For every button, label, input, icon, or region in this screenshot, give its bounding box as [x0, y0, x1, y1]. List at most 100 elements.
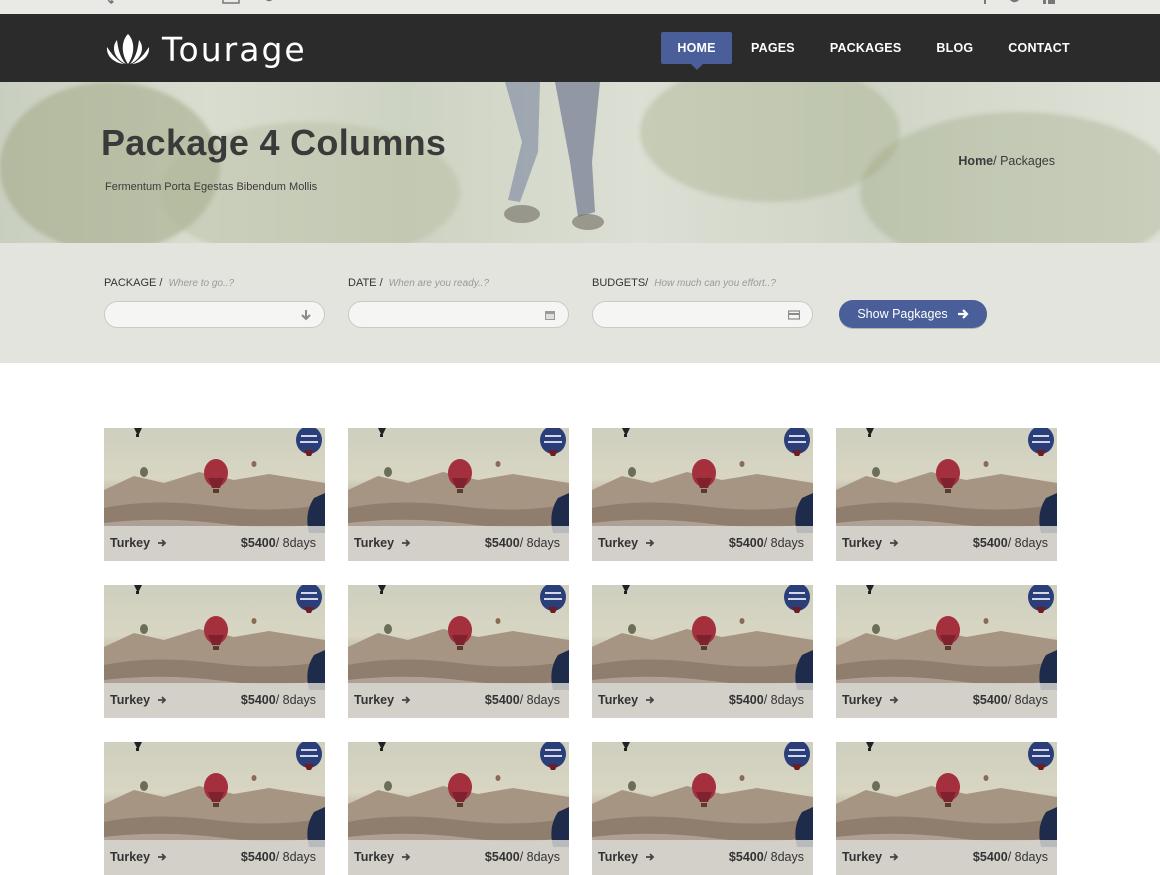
package-destination[interactable]: Turkey [110, 536, 150, 550]
hero-hiker-image [504, 82, 604, 230]
package-select[interactable] [104, 301, 325, 328]
arrow-right-icon[interactable] [889, 852, 899, 862]
date-picker[interactable] [348, 301, 569, 328]
package-card[interactable]: Turkey $5400/ 8days [836, 585, 1057, 718]
arrow-right-icon[interactable] [401, 852, 411, 862]
twitter-icon[interactable] [1010, 0, 1022, 4]
package-duration: / 8days [1007, 693, 1048, 707]
lotus-logo-icon [106, 34, 150, 64]
logo[interactable]: Tourage [104, 29, 307, 69]
package-card-footer: Turkey $5400/ 8days [836, 840, 1057, 875]
nav-pages[interactable]: PAGES [751, 32, 795, 64]
package-card[interactable]: Turkey $5400/ 8days [592, 742, 813, 875]
package-price: $5400 [484, 850, 520, 864]
package-search-bar: PACKAGE / Where to go..? DATE / When are y… [0, 243, 1160, 363]
date-input[interactable] [361, 302, 541, 327]
package-duration: / 8days [763, 693, 804, 707]
package-card[interactable]: Turkey $5400/ 8days [348, 428, 569, 561]
package-destination[interactable]: Turkey [842, 536, 882, 550]
arrow-down-icon[interactable] [300, 309, 312, 321]
package-destination[interactable]: Turkey [354, 850, 394, 864]
arrow-right-icon[interactable] [889, 695, 899, 705]
package-card[interactable]: Turkey $5400/ 8days [836, 428, 1057, 561]
breadcrumb-current: Packages [1000, 154, 1055, 168]
package-destination[interactable]: Turkey [598, 536, 638, 550]
arrow-right-icon[interactable] [401, 538, 411, 548]
package-input[interactable] [117, 302, 297, 327]
package-card[interactable]: Turkey $5400/ 8days [104, 742, 325, 875]
budget-label: BUDGETS/ [592, 277, 649, 289]
package-card[interactable]: Turkey $5400/ 8days [104, 428, 325, 561]
show-packages-button[interactable]: Show Pagkages [839, 300, 987, 328]
package-card[interactable]: Turkey $5400/ 8days [348, 585, 569, 718]
package-card[interactable]: Turkey $5400/ 8days [348, 742, 569, 875]
top-utility-bar [0, 0, 1160, 14]
nav-blog[interactable]: BLOG [936, 32, 973, 64]
linkedin-icon[interactable] [1043, 0, 1055, 4]
package-destination[interactable]: Turkey [110, 693, 150, 707]
budget-select[interactable] [592, 301, 813, 328]
arrow-right-icon[interactable] [157, 852, 167, 862]
package-card-footer: Turkey $5400/ 8days [348, 683, 569, 718]
date-field: DATE / When are you ready..? [348, 277, 569, 328]
package-destination[interactable]: Turkey [842, 693, 882, 707]
package-price: $5400 [972, 693, 1008, 707]
nav-contact[interactable]: CONTACT [1008, 32, 1070, 64]
package-duration: / 8days [519, 850, 560, 864]
mail-icon [222, 0, 240, 4]
arrow-right-icon[interactable] [645, 538, 655, 548]
nav-home[interactable]: HOME [661, 32, 732, 70]
package-destination[interactable]: Turkey [598, 850, 638, 864]
package-duration: / 8days [763, 536, 804, 550]
package-duration: / 8days [763, 850, 804, 864]
package-destination[interactable]: Turkey [598, 693, 638, 707]
calendar-icon[interactable] [544, 309, 556, 321]
arrow-right-icon[interactable] [157, 695, 167, 705]
arrow-right-icon[interactable] [645, 852, 655, 862]
package-card-footer: Turkey $5400/ 8days [104, 683, 325, 718]
package-duration: / 8days [519, 536, 560, 550]
package-price: $5400 [972, 850, 1008, 864]
brand-name: Tourage [162, 29, 307, 69]
package-price: $5400 [728, 850, 764, 864]
arrow-right-icon[interactable] [157, 538, 167, 548]
package-destination[interactable]: Turkey [354, 693, 394, 707]
package-destination[interactable]: Turkey [842, 850, 882, 864]
credit-card-icon[interactable] [788, 309, 800, 321]
facebook-icon[interactable] [981, 0, 989, 4]
package-card[interactable]: Turkey $5400/ 8days [836, 742, 1057, 875]
package-card-footer: Turkey $5400/ 8days [592, 526, 813, 561]
package-destination[interactable]: Turkey [354, 536, 394, 550]
package-price: $5400 [728, 693, 764, 707]
package-duration: / 8days [275, 850, 316, 864]
package-card-footer: Turkey $5400/ 8days [836, 526, 1057, 561]
package-destination[interactable]: Turkey [110, 850, 150, 864]
page-subtitle: Fermentum Porta Egestas Bibendum Mollis [105, 181, 318, 193]
package-price: $5400 [484, 536, 520, 550]
package-card-footer: Turkey $5400/ 8days [104, 840, 325, 875]
package-card-footer: Turkey $5400/ 8days [592, 683, 813, 718]
package-card-footer: Turkey $5400/ 8days [348, 526, 569, 561]
show-packages-label: Show Pagkages [857, 307, 948, 321]
arrow-right-icon [957, 309, 969, 319]
page-title: Package 4 Columns [101, 122, 447, 163]
package-price: $5400 [240, 536, 276, 550]
package-price: $5400 [240, 850, 276, 864]
budget-input[interactable] [605, 302, 785, 327]
package-hint: Where to go..? [168, 278, 235, 289]
package-duration: / 8days [1007, 850, 1048, 864]
arrow-right-icon[interactable] [645, 695, 655, 705]
package-card-footer: Turkey $5400/ 8days [836, 683, 1057, 718]
nav-packages[interactable]: PACKAGES [830, 32, 902, 64]
package-card[interactable]: Turkey $5400/ 8days [592, 428, 813, 561]
main-nav: HOME PAGES PACKAGES BLOG CONTACT [661, 32, 1070, 70]
arrow-right-icon[interactable] [401, 695, 411, 705]
arrow-right-icon[interactable] [889, 538, 899, 548]
package-card-footer: Turkey $5400/ 8days [348, 840, 569, 875]
hero-bg-shape [860, 112, 1160, 243]
package-card[interactable]: Turkey $5400/ 8days [104, 585, 325, 718]
package-card[interactable]: Turkey $5400/ 8days [592, 585, 813, 718]
package-price: $5400 [972, 536, 1008, 550]
skype-icon [265, 0, 273, 2]
breadcrumb-home[interactable]: Home [958, 154, 993, 168]
